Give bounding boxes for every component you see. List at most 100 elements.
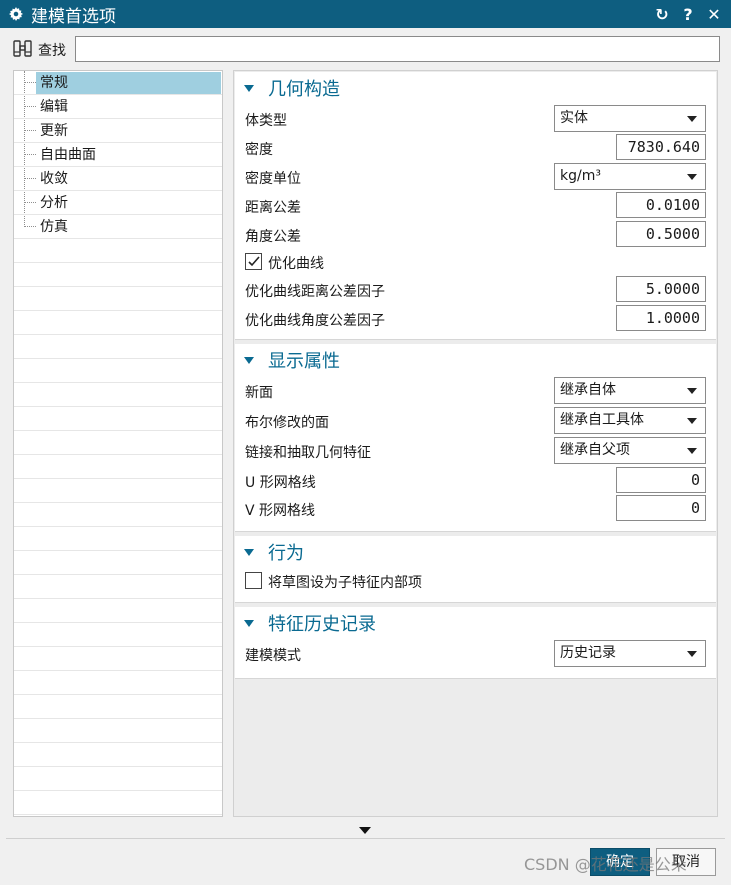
body-type-label: 体类型: [245, 113, 287, 129]
row-opt-angle: 优化曲线角度公差因子 1.0000: [235, 304, 716, 333]
angle-tol-label: 角度公差: [245, 229, 301, 245]
u-grid-label: U 形网格线: [245, 475, 316, 491]
dropdown-value: 继承自体: [560, 382, 616, 398]
tree-empty-row: [14, 383, 222, 407]
dropdown-arrow-icon: [687, 388, 697, 394]
group-header-geometry[interactable]: 几何构造: [235, 72, 716, 104]
group-header-behavior[interactable]: 行为: [235, 536, 716, 568]
opt-angle-field[interactable]: 1.0000: [616, 305, 706, 331]
find-input[interactable]: [75, 36, 720, 62]
tree-empty-row: [14, 479, 222, 503]
distance-tol-field[interactable]: 0.0100: [616, 192, 706, 218]
group-title: 行为: [268, 543, 304, 564]
tree-item-update[interactable]: 更新: [14, 119, 222, 143]
density-unit-label: 密度单位: [245, 171, 301, 187]
watermark-text: CSDN @花花还是公朵: [524, 855, 687, 874]
tree-item-label: 自由曲面: [40, 147, 96, 163]
tree-item-analysis[interactable]: 分析: [14, 191, 222, 215]
opt-angle-label: 优化曲线角度公差因子: [245, 313, 385, 329]
binoculars-icon: [13, 40, 32, 57]
density-field[interactable]: 7830.640: [616, 134, 706, 160]
tree-empty-row: [14, 575, 222, 599]
row-optimize: 优化曲线: [235, 249, 716, 275]
group-title: 显示属性: [268, 351, 340, 372]
tree-empty-row: [14, 455, 222, 479]
group-behavior: 行为 将草图设为子特征内部项: [235, 536, 716, 603]
group-display: 显示属性 新面 继承自体 布尔修改的面 继承自工具体 链接和抽取几何特征 继承自…: [235, 344, 716, 532]
tree-item-convergent[interactable]: 收敛: [14, 167, 222, 191]
tree-item-label: 编辑: [40, 99, 68, 115]
tree-empty-row: [14, 695, 222, 719]
group-history: 特征历史记录 建模模式 历史记录: [235, 607, 716, 679]
tree-empty-row: [14, 311, 222, 335]
new-face-dropdown[interactable]: 继承自体: [554, 377, 706, 404]
optimize-label: 优化曲线: [268, 256, 324, 272]
angle-tol-field[interactable]: 0.5000: [616, 221, 706, 247]
sketch-label: 将草图设为子特征内部项: [268, 575, 422, 591]
opt-dist-field[interactable]: 5.0000: [616, 276, 706, 302]
body-type-dropdown[interactable]: 实体: [554, 105, 706, 132]
tree-empty-row: [14, 263, 222, 287]
tree-item-edit[interactable]: 编辑: [14, 95, 222, 119]
group-header-display[interactable]: 显示属性: [235, 344, 716, 376]
distance-tol-label: 距离公差: [245, 200, 301, 216]
dropdown-value: 实体: [560, 110, 588, 126]
boolean-label: 布尔修改的面: [245, 415, 329, 431]
link-dropdown[interactable]: 继承自父项: [554, 437, 706, 464]
row-boolean: 布尔修改的面 继承自工具体: [235, 406, 716, 436]
gear-icon: [9, 7, 23, 21]
dropdown-value: 继承自工具体: [560, 412, 644, 428]
dropdown-value: 继承自父项: [560, 442, 630, 458]
opt-dist-label: 优化曲线距离公差因子: [245, 284, 385, 300]
row-density-unit: 密度单位 kg/m³: [235, 162, 716, 191]
tree-item-label: 更新: [40, 123, 68, 139]
close-button[interactable]: ✕: [705, 4, 723, 24]
v-grid-field[interactable]: 0: [616, 495, 706, 521]
modeling-mode-dropdown[interactable]: 历史记录: [554, 640, 706, 667]
group-title: 几何构造: [268, 79, 340, 100]
tree-item-general[interactable]: 常规: [14, 71, 222, 95]
tree-empty-row: [14, 647, 222, 671]
optimize-checkbox[interactable]: [245, 253, 262, 270]
collapse-triangle-icon: [244, 356, 254, 364]
collapse-triangle-icon: [244, 548, 254, 556]
category-tree: 常规 编辑 更新 自由曲面 收敛 分析 仿真: [13, 70, 223, 817]
dropdown-arrow-icon: [687, 448, 697, 454]
density-unit-dropdown[interactable]: kg/m³: [554, 163, 706, 190]
tree-item-label: 收敛: [40, 171, 68, 187]
link-label: 链接和抽取几何特征: [245, 445, 371, 461]
row-opt-dist: 优化曲线距离公差因子 5.0000: [235, 275, 716, 304]
tree-empty-row: [14, 599, 222, 623]
sketch-checkbox[interactable]: [245, 572, 262, 589]
tree-empty-row: [14, 239, 222, 263]
dropdown-arrow-icon: [687, 174, 697, 180]
dropdown-value: 历史记录: [560, 645, 616, 661]
collapse-triangle-icon: [244, 619, 254, 627]
find-label: 查找: [38, 43, 66, 59]
row-body-type: 体类型 实体: [235, 104, 716, 133]
help-button[interactable]: ?: [679, 4, 697, 24]
group-title: 特征历史记录: [268, 614, 376, 635]
u-grid-field[interactable]: 0: [616, 467, 706, 493]
tree-empty-row: [14, 671, 222, 695]
dropdown-arrow-icon: [687, 116, 697, 122]
checkmark-icon: [248, 256, 260, 267]
tree-empty-row: [14, 407, 222, 431]
tree-empty-row: [14, 767, 222, 791]
window-title: 建模首选项: [31, 6, 116, 27]
new-face-label: 新面: [245, 385, 273, 401]
tree-item-freeform[interactable]: 自由曲面: [14, 143, 222, 167]
reset-button[interactable]: ↻: [653, 4, 671, 24]
tree-item-simulation[interactable]: 仿真: [14, 215, 222, 239]
expand-arrow-icon[interactable]: [359, 827, 371, 834]
tree-empty-row: [14, 623, 222, 647]
group-header-history[interactable]: 特征历史记录: [235, 607, 716, 639]
tree-empty-row: [14, 719, 222, 743]
boolean-dropdown[interactable]: 继承自工具体: [554, 407, 706, 434]
tree-empty-row: [14, 335, 222, 359]
tree-item-label: 分析: [40, 195, 68, 211]
v-grid-label: V 形网格线: [245, 503, 316, 519]
modeling-mode-label: 建模模式: [245, 648, 301, 664]
row-density: 密度 7830.640: [235, 133, 716, 162]
row-modeling-mode: 建模模式 历史记录: [235, 639, 716, 671]
